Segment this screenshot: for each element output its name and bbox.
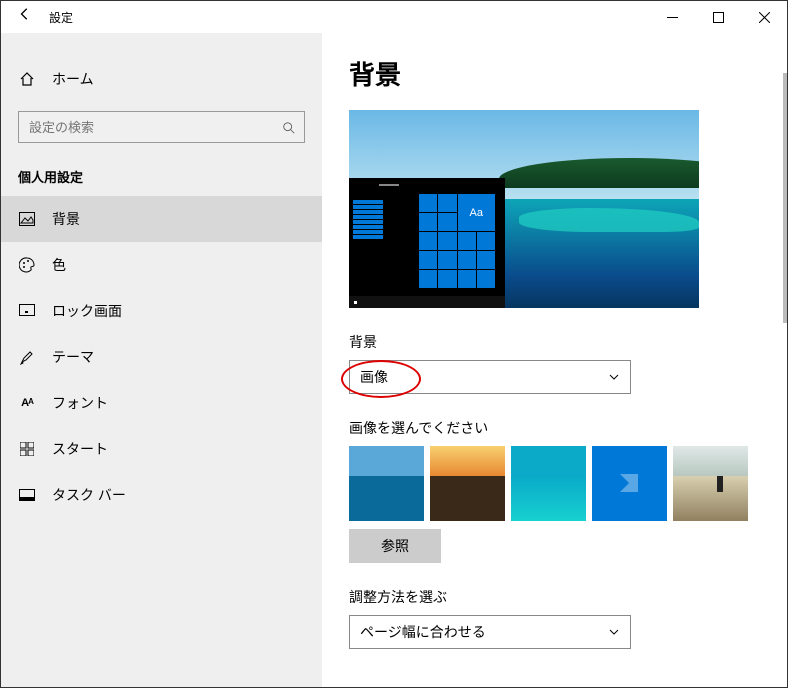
title-bar: 設定 [1,1,787,33]
home-label: ホーム [52,69,94,89]
chevron-down-icon [608,370,620,386]
sidebar-item-taskbar[interactable]: タスク バー [1,472,322,518]
bg-type-label: 背景 [349,332,787,352]
taskbar-icon [18,489,36,501]
fit-label: 調整方法を選ぶ [349,587,787,607]
thumb-1[interactable] [349,446,424,521]
search-icon [282,112,296,144]
preview-tile-aa: Aa [458,194,496,231]
sidebar-item-fonts[interactable]: AA フォント [1,380,322,426]
preview-desktop: Aa [349,178,505,308]
search-input[interactable] [18,111,305,143]
home-link[interactable]: ホーム [1,55,322,103]
main-panel: 背景 Aa 背景 画像 [322,33,787,687]
font-icon: AA [18,397,36,409]
start-icon [18,442,36,456]
sidebar-item-label: ロック画面 [52,301,122,321]
fit-value: ページ幅に合わせる [360,622,486,642]
background-preview: Aa [349,110,699,308]
sidebar-item-label: フォント [52,393,108,413]
minimize-button[interactable] [649,1,695,33]
sidebar-item-label: 色 [52,255,66,275]
home-icon [18,71,36,87]
sidebar-item-lockscreen[interactable]: ロック画面 [1,288,322,334]
thumb-3[interactable] [511,446,586,521]
picture-icon [18,212,36,226]
sidebar-item-themes[interactable]: テーマ [1,334,322,380]
search-field[interactable] [19,112,304,142]
sidebar-item-label: タスク バー [52,485,126,505]
image-thumbnails [349,446,787,521]
thumb-4[interactable] [592,446,667,521]
sidebar-item-label: 背景 [52,209,80,229]
sidebar-item-colors[interactable]: 色 [1,242,322,288]
sidebar-item-start[interactable]: スタート [1,426,322,472]
close-button[interactable] [741,1,787,33]
lockscreen-icon [18,304,36,318]
thumb-5[interactable] [673,446,748,521]
window-title: 設定 [49,9,73,26]
sidebar-item-label: テーマ [52,347,94,367]
brush-icon [18,349,36,365]
scrollbar[interactable] [783,73,787,323]
palette-icon [18,257,36,273]
thumb-2[interactable] [430,446,505,521]
back-button[interactable] [1,1,49,33]
choose-image-label: 画像を選んでください [349,418,787,438]
maximize-button[interactable] [695,1,741,33]
sidebar-item-background[interactable]: 背景 [1,196,322,242]
sidebar-item-label: スタート [52,439,108,459]
chevron-down-icon [608,625,620,641]
fit-select[interactable]: ページ幅に合わせる [349,615,631,649]
page-title: 背景 [349,55,787,92]
bg-type-select[interactable]: 画像 [349,360,631,394]
sidebar-section-title: 個人用設定 [1,143,322,196]
sidebar: ホーム 個人用設定 背景 色 ロ [1,33,322,687]
browse-button[interactable]: 参照 [349,529,441,563]
bg-type-value: 画像 [360,367,388,387]
